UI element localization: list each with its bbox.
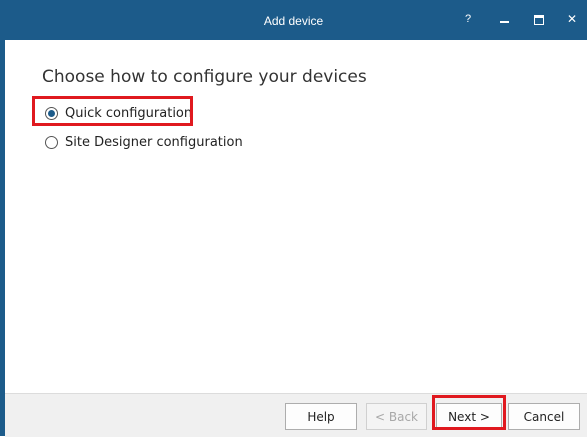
close-icon[interactable]: ✕ <box>559 8 585 30</box>
help-icon[interactable]: ? <box>455 8 481 30</box>
page-heading: Choose how to configure your devices <box>42 67 367 87</box>
help-button[interactable]: Help <box>285 403 357 430</box>
maximize-icon[interactable] <box>526 8 552 30</box>
dialog-body: Choose how to configure your devices Qui… <box>5 40 587 437</box>
site-designer-configuration-label: Site Designer configuration <box>65 134 243 150</box>
radio-unselected-icon[interactable] <box>45 135 58 149</box>
minimize-icon[interactable] <box>492 8 518 30</box>
highlight-box-quick-configuration <box>32 96 193 126</box>
cancel-button[interactable]: Cancel <box>508 403 580 430</box>
highlight-box-next-button <box>432 395 506 430</box>
back-button: < Back <box>366 403 427 430</box>
add-device-window: Add device ? ✕ Choose how to configure y… <box>0 0 587 437</box>
site-designer-configuration-option[interactable]: Site Designer configuration <box>45 132 243 152</box>
title-bar[interactable]: Add device ? ✕ <box>0 0 587 40</box>
